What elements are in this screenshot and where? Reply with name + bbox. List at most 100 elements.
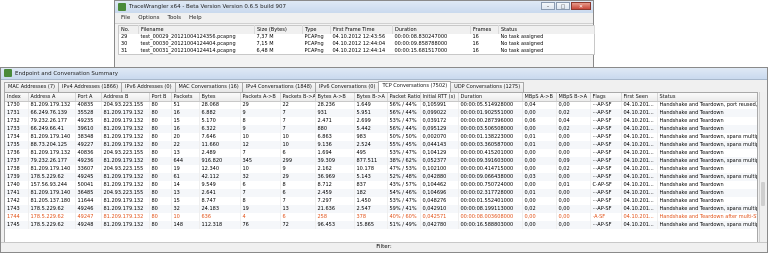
conversation-row[interactable]: 1736 81.209.179.132 40836 204.93.223.155 80 1…	[5, 149, 757, 157]
conversation-cell: 1741	[5, 189, 29, 197]
conversation-cell: 66.249.76.139	[28, 109, 76, 117]
col-first-frame-time[interactable]: First Frame Time	[330, 25, 393, 34]
conv-header-row: Index Address A Port A Address B Port B …	[5, 93, 757, 102]
conversation-cell: 7.646	[199, 133, 241, 141]
conversation-cell: Handshake and Teardown, spans multiple f…	[657, 141, 757, 149]
col-index[interactable]: Index	[5, 93, 29, 102]
menu-help[interactable]: Help	[189, 15, 202, 21]
col-type[interactable]: Type	[302, 25, 331, 34]
conversation-cell: 40% / 60%	[387, 213, 421, 221]
col-port-b[interactable]: Port B	[149, 93, 172, 102]
summary-titlebar[interactable]: Endpoint and Conversation Summary	[1, 68, 767, 80]
col-port-a[interactable]: Port A	[75, 93, 102, 102]
conversation-cell: 1733	[5, 125, 29, 133]
maximize-icon[interactable]: □	[556, 2, 570, 10]
col-status[interactable]: Status	[498, 25, 595, 34]
conversation-cell: 0,00	[556, 149, 591, 157]
tab-udp-conversations[interactable]: UDP Conversations (1275)	[450, 82, 525, 92]
conversation-cell: 0,00	[556, 141, 591, 149]
vertical-scrollbar[interactable]	[759, 92, 766, 242]
minimize-icon[interactable]: –	[541, 2, 555, 10]
conversation-row[interactable]: 1742 81.205.137.180 11644 81.209.179.132 80 1…	[5, 197, 757, 205]
conversation-cell: 0,02	[522, 205, 557, 213]
file-list-row[interactable]: 31 test_00031_20121004124414.pcapng 6,48 M…	[119, 48, 595, 55]
conversation-cell: 0,00	[556, 189, 591, 197]
conversation-cell: 983	[354, 133, 388, 141]
tab-mac-conversations[interactable]: MAC Conversations (16)	[174, 82, 243, 92]
file-list-row[interactable]: 30 test_00030_20121004124404.pcapng 7,15 M…	[119, 41, 595, 48]
conversation-cell: 35528	[75, 109, 102, 117]
tab-ipv6-addresses[interactable]: IPv6 Addresses (0)	[121, 82, 176, 92]
conversation-cell: 36485	[75, 189, 102, 197]
conversation-cell: 0,04	[522, 101, 557, 109]
conversation-row[interactable]: 1735 88.73.204.125 49227 81.209.179.132 80 22…	[5, 141, 757, 149]
menu-options[interactable]: Options	[138, 15, 159, 21]
conversation-cell: 00:00:02.317728000	[458, 189, 523, 197]
col-packets-b-a[interactable]: Packets B->A	[280, 93, 316, 102]
file-list-cell: 7,15 M	[256, 41, 274, 47]
scrollbar-thumb[interactable]	[761, 182, 765, 206]
conversation-row[interactable]: 1740 157.56.93.244 50041 81.209.179.132 80 14…	[5, 181, 757, 189]
conversation-cell: ···AP-SF	[590, 173, 622, 181]
tab-ipv4-addresses[interactable]: IPv4 Addresses (1866)	[58, 82, 123, 92]
conversation-cell: ···AP-SF	[590, 189, 622, 197]
col-bytes-b-a[interactable]: Bytes B->A	[354, 93, 388, 102]
conversation-row[interactable]: 1743 178.5.229.62 49246 81.209.179.132 80 32 2…	[5, 205, 757, 213]
col-size[interactable]: Size (Bytes)	[254, 25, 303, 34]
conversation-cell: 1731	[5, 109, 29, 117]
file-list-cell: 16	[472, 47, 479, 54]
conversation-cell: 2.459	[315, 189, 355, 197]
conversation-cell: 15	[171, 197, 200, 205]
tab-ipv4-conversations[interactable]: IPv4 Conversations (1848)	[241, 82, 316, 92]
conversation-row[interactable]: 1745 178.5.229.62 49248 81.209.179.132 80 148…	[5, 221, 757, 229]
conversation-cell: 1734	[5, 133, 29, 141]
col-status[interactable]: Status	[657, 93, 757, 102]
conversation-cell: 9	[280, 165, 316, 173]
conversation-row[interactable]: 1744 178.5.229.62 49247 81.209.179.132 80 10 6…	[5, 213, 757, 221]
conversation-row[interactable]: 1739 178.5.229.62 49245 81.209.179.132 80 61 4…	[5, 173, 757, 181]
conversation-row[interactable]: 1732 79.232.26.177 49235 81.209.179.132 80 15…	[5, 117, 757, 125]
col-mbps-a-b[interactable]: MBpS A->B	[522, 93, 557, 102]
conversation-cell: 1737	[5, 157, 29, 165]
conversation-cell: 0,00	[522, 181, 557, 189]
col-bytes[interactable]: Bytes	[199, 93, 241, 102]
file-list-row[interactable]: 29 test_00029_20121004124356.pcapng 7,37 M…	[119, 34, 595, 41]
col-no[interactable]: No.	[118, 25, 139, 34]
col-packets-a-b[interactable]: Packets A->B	[240, 93, 281, 102]
conversation-row[interactable]: 1734 81.209.179.140 38348 81.209.179.132 80 2…	[5, 133, 757, 141]
conversation-cell: 204.93.223.155	[101, 189, 150, 197]
col-packet-ratio[interactable]: Packet Ratio	[387, 93, 421, 102]
col-packets[interactable]: Packets	[171, 93, 200, 102]
tcp-conversations-grid[interactable]: Index Address A Port A Address B Port B …	[4, 92, 758, 244]
conversation-cell: ···AP-SF	[590, 101, 622, 109]
col-initial-rtt[interactable]: Initial RTT (s)	[420, 93, 459, 102]
conversation-cell: 29	[240, 101, 281, 109]
col-flags[interactable]: Flags	[590, 93, 622, 102]
conversation-cell: 53% / 47%	[387, 117, 421, 125]
col-first-seen[interactable]: First Seen	[621, 93, 658, 102]
col-bytes-a-b[interactable]: Bytes A->B	[315, 93, 355, 102]
conversation-row[interactable]: 1733 66.249.66.41 39610 81.209.179.132 80 16 6…	[5, 125, 757, 133]
tab-mac-addresses[interactable]: MAC Addresses (7)	[4, 82, 59, 92]
col-filename[interactable]: Filename	[138, 25, 255, 34]
col-address-b[interactable]: Address B	[101, 93, 150, 102]
col-address-a[interactable]: Address A	[28, 93, 76, 102]
tab-ipv6-conversations[interactable]: IPv6 Conversations (0)	[314, 82, 380, 92]
close-icon[interactable]: ✕	[571, 2, 591, 10]
conversation-row[interactable]: 1741 81.209.179.140 36485 204.93.223.155 80 1…	[5, 189, 757, 197]
menu-file[interactable]: File	[121, 15, 130, 21]
col-mbps-b-a[interactable]: MBpS B->A	[556, 93, 591, 102]
conversation-row[interactable]: 1738 81.209.179.140 33607 204.93.223.155 80 1…	[5, 165, 757, 173]
conversation-row[interactable]: 1730 81.209.179.132 40835 204.93.223.155 80 5…	[5, 101, 757, 109]
filter-bar[interactable]: Filter:	[1, 242, 767, 252]
conversation-cell: 0,042571	[420, 213, 459, 221]
col-duration[interactable]: Duration	[458, 93, 523, 102]
conversation-cell: 0,00	[522, 197, 557, 205]
col-duration[interactable]: Duration	[392, 25, 471, 34]
tab-tcp-conversations[interactable]: TCP Conversations (7502)	[378, 81, 452, 92]
menu-tools[interactable]: Tools	[167, 15, 181, 21]
conversation-cell: 80	[149, 197, 172, 205]
conversation-row[interactable]: 1737 79.232.26.177 49236 81.209.179.132 80 64…	[5, 157, 757, 165]
col-frames[interactable]: Frames	[470, 25, 499, 34]
conversation-row[interactable]: 1731 66.249.76.139 35528 81.209.179.132 80 16…	[5, 109, 757, 117]
